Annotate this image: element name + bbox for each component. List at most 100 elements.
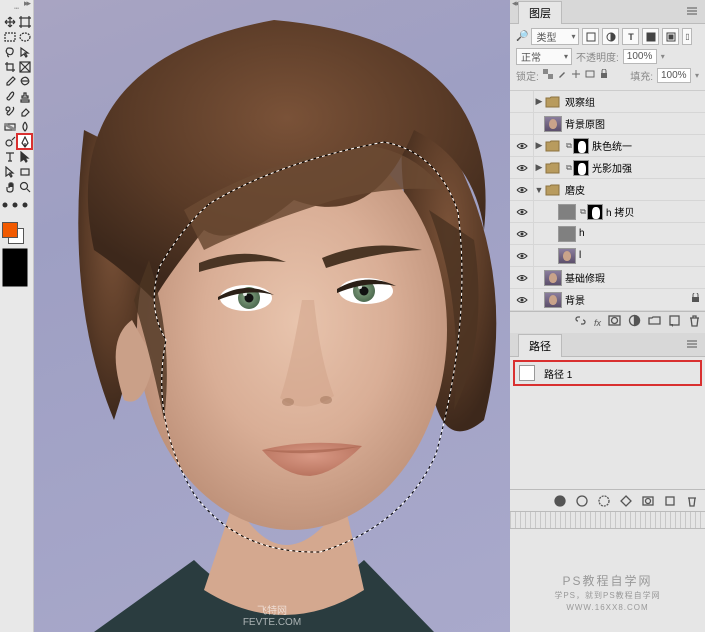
layer-row[interactable]: ▼磨皮 <box>510 179 705 201</box>
selection-to-path-icon[interactable] <box>619 494 633 508</box>
gradient-tool[interactable] <box>2 119 17 134</box>
delete-path-icon[interactable] <box>685 494 699 508</box>
artboard-tool[interactable] <box>17 14 32 29</box>
mask-icon[interactable] <box>608 314 621 332</box>
visibility-toggle[interactable] <box>510 289 534 310</box>
rectangle-tool[interactable] <box>17 164 32 179</box>
layer-row[interactable]: l <box>510 245 705 267</box>
add-mask-icon[interactable] <box>641 494 655 508</box>
link-layers-icon[interactable] <box>574 314 587 332</box>
filter-adjust-icon[interactable] <box>602 28 619 45</box>
visibility-toggle[interactable] <box>510 135 534 156</box>
visibility-toggle[interactable] <box>510 223 534 244</box>
group-icon[interactable] <box>648 314 661 332</box>
layer-row[interactable]: ▶⧉光影加强 <box>510 157 705 179</box>
type-tool[interactable] <box>2 149 17 164</box>
eyedropper-tool[interactable] <box>2 74 17 89</box>
layer-row[interactable]: 基础修瑕 <box>510 267 705 289</box>
lock-position-icon[interactable] <box>571 69 581 82</box>
path-item[interactable]: 路径 1 <box>513 360 702 386</box>
screen-mode-button[interactable] <box>0 270 30 288</box>
eraser-tool[interactable] <box>17 104 32 119</box>
visibility-toggle[interactable] <box>510 201 534 222</box>
rect-marquee-tool[interactable] <box>2 29 17 44</box>
fx-icon[interactable]: fx <box>594 318 601 328</box>
lock-brush-icon[interactable] <box>557 69 567 82</box>
filter-toggle[interactable]: ▯ <box>682 28 692 45</box>
filter-pixel-icon[interactable] <box>582 28 599 45</box>
color-swatches[interactable] <box>0 220 33 246</box>
visibility-toggle[interactable] <box>510 179 534 200</box>
layer-row[interactable]: ⧉h 拷贝 <box>510 201 705 223</box>
visibility-toggle[interactable] <box>510 113 534 134</box>
opacity-dropdown-icon[interactable]: ▾ <box>661 52 665 61</box>
disclosure-icon[interactable]: ▼ <box>534 185 544 195</box>
visibility-toggle[interactable] <box>510 245 534 266</box>
layer-row[interactable]: 背景 <box>510 289 705 311</box>
trash-icon[interactable] <box>688 314 701 332</box>
mask-thumbnail <box>573 160 589 176</box>
paths-panel: 路径 路径 1 <box>510 333 705 511</box>
panel-collapse-icon[interactable]: ◂◂ <box>512 0 517 9</box>
layer-row[interactable]: 背景原图 <box>510 113 705 135</box>
edit-toolbar-button[interactable] <box>0 196 30 214</box>
layer-row[interactable]: ▶ 观察组 <box>510 91 705 113</box>
timeline-strip[interactable] <box>510 511 705 529</box>
filter-shape-icon[interactable] <box>642 28 659 45</box>
move-tool[interactable] <box>2 14 17 29</box>
filter-smart-icon[interactable] <box>662 28 679 45</box>
pen-tool[interactable] <box>17 134 32 149</box>
ellipse-marquee-tool[interactable] <box>17 29 32 44</box>
adjustment-icon[interactable] <box>628 314 641 332</box>
fill-path-icon[interactable] <box>553 494 567 508</box>
paths-panel-tab[interactable]: 路径 <box>510 333 705 357</box>
blend-mode-select[interactable]: 正常 <box>516 48 572 65</box>
patch-tool[interactable] <box>17 74 32 89</box>
layer-name: 基础修瑕 <box>565 270 605 285</box>
document-canvas[interactable]: 飞特网 FEVTE.COM <box>34 0 510 632</box>
lock-artboard-icon[interactable] <box>585 69 595 82</box>
filter-type-icon[interactable]: T <box>622 28 639 45</box>
layer-name: 背景原图 <box>565 116 605 131</box>
lock-pixels-icon[interactable] <box>543 69 553 82</box>
disclosure-icon[interactable]: ▶ <box>534 162 544 173</box>
stamp-tool[interactable] <box>17 89 32 104</box>
disclosure-icon[interactable]: ▶ <box>534 140 544 151</box>
lasso-tool[interactable] <box>2 44 17 59</box>
direct-select-tool[interactable] <box>2 164 17 179</box>
disclosure-icon[interactable]: ▶ <box>534 96 544 107</box>
lock-label: 锁定: <box>516 68 539 83</box>
layers-panel-menu-icon[interactable] <box>685 4 701 18</box>
new-layer-icon[interactable] <box>668 314 681 332</box>
layer-row[interactable]: h <box>510 223 705 245</box>
visibility-toggle[interactable] <box>510 267 534 288</box>
path-to-selection-icon[interactable] <box>597 494 611 508</box>
path-select-tool[interactable] <box>17 149 32 164</box>
stroke-path-icon[interactable] <box>575 494 589 508</box>
visibility-toggle[interactable] <box>510 157 534 178</box>
layer-name: 观察组 <box>565 94 595 109</box>
opacity-field[interactable]: 100% <box>623 49 657 64</box>
hand-tool[interactable] <box>2 179 17 194</box>
brush-tool[interactable] <box>2 89 17 104</box>
dodge-tool[interactable] <box>2 134 17 149</box>
layer-row[interactable]: ▶⧉肤色统一 <box>510 135 705 157</box>
crop-tool[interactable] <box>2 59 17 74</box>
paths-panel-menu-icon[interactable] <box>685 337 701 351</box>
paths-empty-area[interactable] <box>510 389 705 489</box>
foreground-color-swatch[interactable] <box>2 222 18 238</box>
link-icon: ⧉ <box>579 207 587 217</box>
toolbox-collapse[interactable]: ▸▸ <box>24 0 29 9</box>
fill-dropdown-icon[interactable]: ▾ <box>695 71 699 80</box>
quick-select-tool[interactable] <box>17 44 32 59</box>
visibility-toggle[interactable] <box>510 91 534 112</box>
new-path-icon[interactable] <box>663 494 677 508</box>
frame-tool[interactable] <box>17 59 32 74</box>
history-brush-tool[interactable] <box>2 104 17 119</box>
blur-tool[interactable] <box>17 119 32 134</box>
fill-field[interactable]: 100% <box>657 68 691 83</box>
layers-panel-tab[interactable]: ◂◂ 图层 <box>510 0 705 24</box>
lock-all-icon[interactable] <box>599 69 609 82</box>
zoom-tool[interactable] <box>17 179 32 194</box>
layer-filter-select[interactable]: 类型 <box>531 28 579 45</box>
